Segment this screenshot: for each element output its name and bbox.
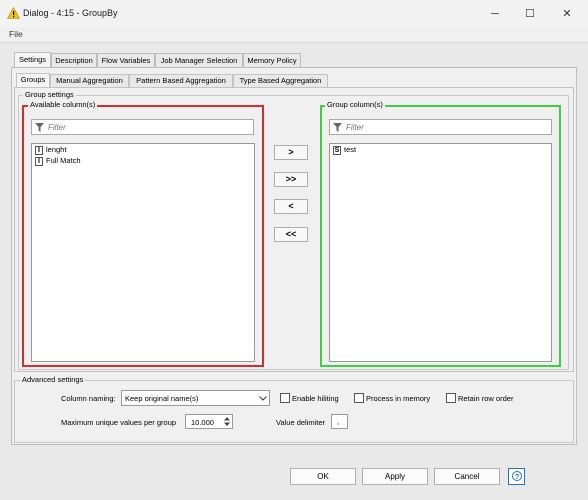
- tab-memory-policy[interactable]: Memory Policy: [243, 53, 301, 67]
- filter-icon: [35, 123, 44, 132]
- enable-hiliting-checkbox[interactable]: [280, 393, 290, 403]
- list-item[interactable]: I Full Match: [35, 156, 81, 166]
- integer-type-icon: I: [35, 156, 43, 166]
- group-settings-title: Group settings: [23, 90, 76, 99]
- retain-row-order-label: Retain row order: [458, 394, 514, 403]
- chevron-down-icon: [259, 396, 267, 401]
- remove-all-button[interactable]: <<: [274, 227, 308, 242]
- list-item-label: test: [344, 145, 357, 154]
- list-item[interactable]: Stest: [333, 145, 356, 155]
- apply-button[interactable]: Apply: [362, 468, 428, 485]
- add-all-button[interactable]: >>: [274, 172, 308, 187]
- group-columns-list[interactable]: Stest: [329, 143, 552, 362]
- tab-settings[interactable]: Settings: [14, 52, 51, 67]
- column-naming-select[interactable]: Keep original name(s): [121, 390, 270, 406]
- help-button[interactable]: ?: [508, 468, 525, 485]
- menu-file[interactable]: File: [9, 29, 23, 39]
- advanced-settings-frame: [14, 380, 574, 443]
- tab-flow-variables[interactable]: Flow Variables: [97, 53, 155, 67]
- menu-bar: [0, 27, 588, 42]
- group-filter-placeholder: Filter: [346, 123, 364, 132]
- cancel-button[interactable]: Cancel: [434, 468, 500, 485]
- minimize-button[interactable]: ─: [484, 5, 506, 23]
- add-button[interactable]: >: [274, 145, 308, 160]
- remove-button[interactable]: <: [274, 199, 308, 214]
- group-columns-title: Group column(s): [325, 100, 385, 109]
- tab-description[interactable]: Description: [51, 53, 97, 67]
- max-unique-values-label: Maximum unique values per group: [61, 418, 177, 427]
- process-in-memory-checkbox[interactable]: [354, 393, 364, 403]
- value-delimiter-label: Value delimiter: [276, 418, 326, 427]
- close-button[interactable]: ✕: [556, 5, 578, 23]
- available-columns-list[interactable]: Ilenght I Full Match: [31, 143, 255, 362]
- available-filter-input[interactable]: Filter: [31, 119, 254, 135]
- list-item-label: Full Match: [46, 156, 81, 165]
- tab-job-manager-selection[interactable]: Job Manager Selection: [155, 53, 243, 67]
- maximize-button[interactable]: ☐: [519, 5, 541, 23]
- max-unique-values-spinner[interactable]: 10.000: [185, 414, 233, 429]
- value-delimiter-input[interactable]: ,: [331, 414, 348, 429]
- available-filter-placeholder: Filter: [48, 123, 66, 132]
- retain-row-order-checkbox[interactable]: [446, 393, 456, 403]
- list-item-label: lenght: [46, 145, 67, 154]
- help-icon: ?: [512, 471, 522, 481]
- subtab-manual-aggregation[interactable]: Manual Aggregation: [50, 74, 129, 87]
- spinner-arrows-icon[interactable]: [223, 416, 231, 427]
- list-item[interactable]: Ilenght: [35, 145, 66, 155]
- column-naming-value: Keep original name(s): [125, 394, 199, 403]
- max-unique-values-value: 10.000: [191, 418, 214, 427]
- window-title: Dialog - 4:15 - GroupBy: [23, 8, 118, 18]
- advanced-settings-title: Advanced settings: [20, 375, 86, 384]
- column-naming-label: Column naming:: [61, 394, 116, 403]
- subtab-type-based-aggregation[interactable]: Type Based Aggregation: [233, 74, 328, 87]
- menu-divider: [0, 42, 588, 43]
- integer-type-icon: I: [35, 145, 43, 155]
- available-columns-title: Available column(s): [28, 100, 98, 109]
- string-type-icon: S: [333, 145, 341, 155]
- value-delimiter-value: ,: [337, 417, 340, 426]
- filter-icon: [333, 123, 342, 132]
- warning-icon: [7, 7, 20, 19]
- ok-button[interactable]: OK: [290, 468, 356, 485]
- process-in-memory-label: Process in memory: [366, 394, 431, 403]
- subtab-groups[interactable]: Groups: [16, 73, 50, 87]
- group-filter-input[interactable]: Filter: [329, 119, 552, 135]
- enable-hiliting-label: Enable hiliting: [292, 394, 339, 403]
- subtab-pattern-based-aggregation[interactable]: Pattern Based Aggregation: [129, 74, 233, 87]
